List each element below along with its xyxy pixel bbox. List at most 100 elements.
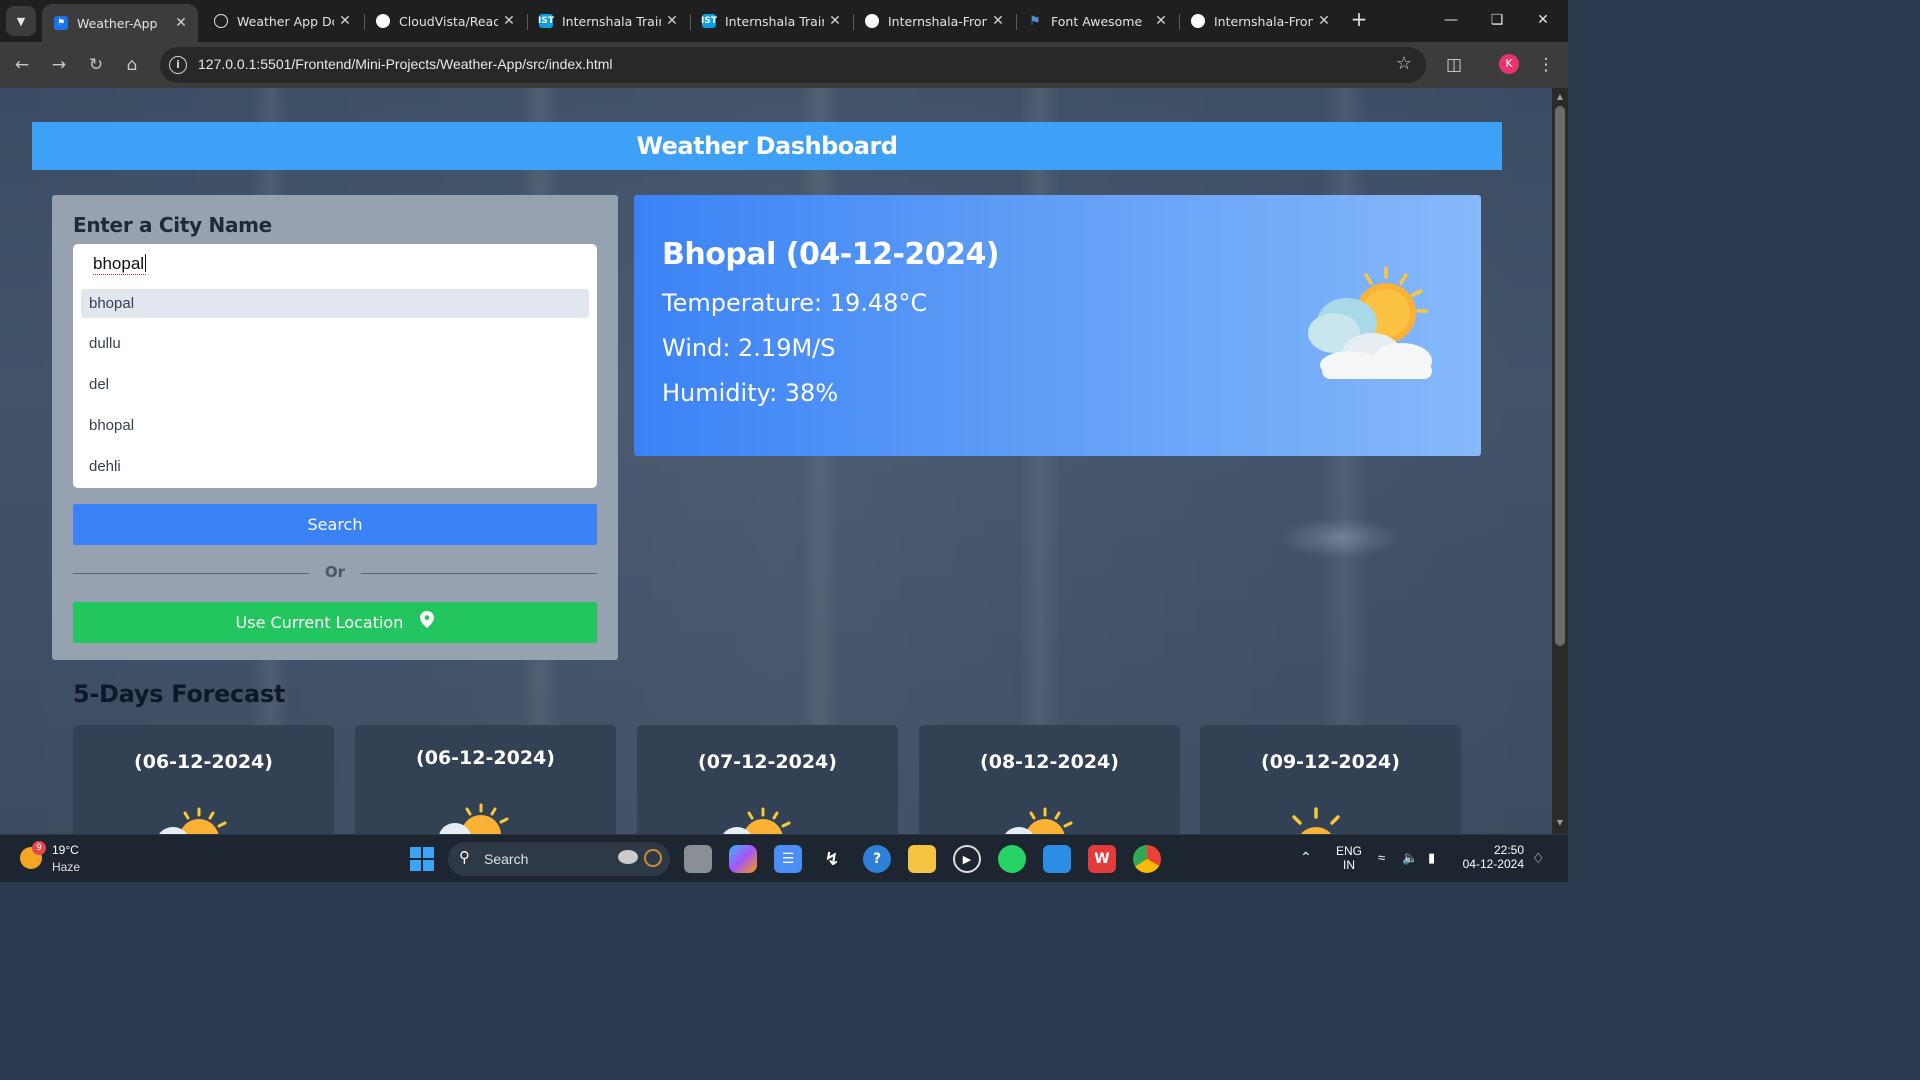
search-highlight-icon <box>618 850 638 864</box>
app-bolt-icon[interactable]: ↯ <box>818 845 846 873</box>
scroll-up-icon[interactable]: ▲ <box>1552 92 1568 101</box>
suggestion-item[interactable]: dehli <box>81 452 589 481</box>
arrow-right-icon: → <box>51 55 67 75</box>
tab-weather-app-doc[interactable]: Weather App Do ✕ <box>202 6 362 36</box>
chevron-down-icon: ▼ <box>16 14 26 28</box>
suggestion-item[interactable]: bhopal <box>81 289 589 318</box>
scroll-down-icon[interactable]: ▼ <box>1552 818 1568 827</box>
forecast-date: (09-12-2024) <box>1261 751 1400 773</box>
address-bar[interactable]: i 127.0.0.1:5501/Frontend/Mini-Projects/… <box>160 47 1426 83</box>
new-tab-button[interactable]: + <box>1347 8 1371 32</box>
wifi-icon[interactable]: ≈ <box>1378 850 1385 865</box>
close-tab-icon[interactable]: ✕ <box>987 13 1009 29</box>
city-input-label: Enter a City Name <box>73 213 272 237</box>
home-icon: ⌂ <box>126 55 138 75</box>
partly-cloudy-sun-icon <box>1308 266 1432 379</box>
home-button[interactable]: ⌂ <box>118 51 146 79</box>
close-window-button[interactable]: ✕ <box>1520 6 1566 34</box>
taskbar-search[interactable]: ⚲ Search <box>448 842 670 876</box>
close-tab-icon[interactable]: ✕ <box>1150 13 1172 29</box>
search-panel: Enter a City Name bhopal bhopal dullu de… <box>52 195 618 660</box>
site-info-icon[interactable]: i <box>169 56 187 74</box>
taskbar-condition: Haze <box>52 860 81 874</box>
restore-icon: ❏ <box>1490 12 1504 28</box>
tab-internshala-frontend-2[interactable]: Internshala-Fron ✕ <box>1179 6 1341 36</box>
close-tab-icon[interactable]: ✕ <box>334 13 356 29</box>
search-highlight-wheel-icon <box>644 849 662 867</box>
text-caret <box>145 254 147 272</box>
reload-button[interactable]: ↻ <box>82 51 110 79</box>
url-text[interactable]: 127.0.0.1:5501/Frontend/Mini-Projects/We… <box>198 56 613 72</box>
close-tab-icon[interactable]: ✕ <box>824 13 846 29</box>
wps-office-icon[interactable]: W <box>1088 845 1116 873</box>
tab-internshala-training-1[interactable]: IST Internshala Train ✕ <box>527 6 689 36</box>
suggestion-item[interactable]: bhopal <box>81 411 589 440</box>
taskbar-search-label: Search <box>484 851 529 867</box>
notepad-icon[interactable]: ☰ <box>774 845 802 873</box>
use-current-location-button[interactable]: Use Current Location <box>73 602 597 643</box>
tab-search-button[interactable]: ▼ <box>6 6 36 36</box>
tab-internshala-frontend-1[interactable]: Internshala-Fron ✕ <box>853 6 1015 36</box>
ist-favicon-icon: IST <box>701 14 717 28</box>
clock[interactable]: 22:50 04-12-2024 <box>1460 843 1524 871</box>
browser-tab-strip: ▼ ⚑ Weather-App ✕ Weather App Do ✕ Cloud… <box>0 0 1568 42</box>
puzzle-icon: ◫ <box>1445 55 1463 75</box>
notifications-bell-icon[interactable]: ♢ <box>1532 850 1545 867</box>
close-tab-icon[interactable]: ✕ <box>1313 13 1335 29</box>
start-button[interactable] <box>410 847 434 871</box>
extensions-button[interactable]: ◫ <box>1440 51 1468 79</box>
forecast-card: (06-12-2024) <box>355 725 616 834</box>
location-button-label: Use Current Location <box>235 613 404 632</box>
language-indicator[interactable]: ENG IN <box>1336 844 1362 872</box>
restore-button[interactable]: ❏ <box>1474 6 1520 34</box>
forecast-card: (08-12-2024) <box>919 725 1180 834</box>
close-tab-icon[interactable]: ✕ <box>661 13 683 29</box>
suggestion-item[interactable]: del <box>81 370 589 399</box>
bookmark-star-icon[interactable]: ☆ <box>1396 53 1412 74</box>
help-icon[interactable]: ? <box>863 845 891 873</box>
chrome-icon[interactable] <box>1133 845 1161 873</box>
close-tab-icon[interactable]: ✕ <box>170 15 192 31</box>
task-view-icon[interactable] <box>684 845 712 873</box>
forecast-card: (06-12-2024) <box>73 725 334 834</box>
location-pin-icon <box>420 603 435 644</box>
volume-icon[interactable]: 🔈 <box>1402 850 1418 866</box>
show-hidden-icons-icon[interactable]: ⌃ <box>1300 849 1312 866</box>
file-explorer-icon[interactable] <box>908 845 936 873</box>
current-wind: Wind: 2.19M/S <box>662 334 836 362</box>
forward-button[interactable]: → <box>45 51 73 79</box>
partly-cloudy-sun-icon <box>439 803 509 834</box>
battery-icon[interactable]: ▮ <box>1428 850 1435 866</box>
minimize-button[interactable]: — <box>1428 6 1474 34</box>
tab-cloudvista-readme[interactable]: CloudVista/Read ✕ <box>364 6 526 36</box>
page-scrollbar[interactable]: ▲ ▼ <box>1552 88 1568 834</box>
close-tab-icon[interactable]: ✕ <box>498 13 520 29</box>
current-humidity: Humidity: 38% <box>662 379 839 407</box>
whatsapp-icon[interactable] <box>998 845 1026 873</box>
github-favicon-icon <box>1191 14 1205 28</box>
or-divider: Or <box>73 563 597 583</box>
app-header: Weather Dashboard <box>32 122 1502 170</box>
tab-internshala-training-2[interactable]: IST Internshala Train ✕ <box>690 6 852 36</box>
current-weather-card: Bhopal (04-12-2024) Temperature: 19.48°C… <box>634 195 1481 456</box>
taskbar-weather-widget[interactable]: 9 19°C Haze <box>18 841 118 877</box>
ist-favicon-icon: IST <box>538 14 554 28</box>
city-search-input[interactable]: bhopal <box>93 254 147 275</box>
or-label: Or <box>324 563 346 581</box>
profile-avatar[interactable]: K <box>1499 54 1519 74</box>
media-player-icon[interactable]: ▶ <box>953 845 981 873</box>
back-button[interactable]: ← <box>8 51 36 79</box>
notification-badge: 9 <box>32 841 46 855</box>
city-autocomplete[interactable]: bhopal bhopal dullu del bhopal dehli <box>73 244 597 488</box>
tab-font-awesome[interactable]: ⚑ Font Awesome ✕ <box>1016 6 1178 36</box>
scrollbar-thumb[interactable] <box>1555 106 1565 646</box>
suggestion-item[interactable]: dullu <box>81 329 589 358</box>
vscode-icon[interactable] <box>1043 845 1071 873</box>
search-button[interactable]: Search <box>73 504 597 545</box>
current-temperature: Temperature: 19.48°C <box>662 289 928 317</box>
copilot-icon[interactable] <box>729 845 757 873</box>
forecast-date: (08-12-2024) <box>980 751 1119 773</box>
chatgpt-favicon-icon <box>214 14 228 28</box>
browser-menu-button[interactable]: ⋮ <box>1532 51 1560 79</box>
tab-weather-app[interactable]: ⚑ Weather-App ✕ <box>42 4 198 42</box>
